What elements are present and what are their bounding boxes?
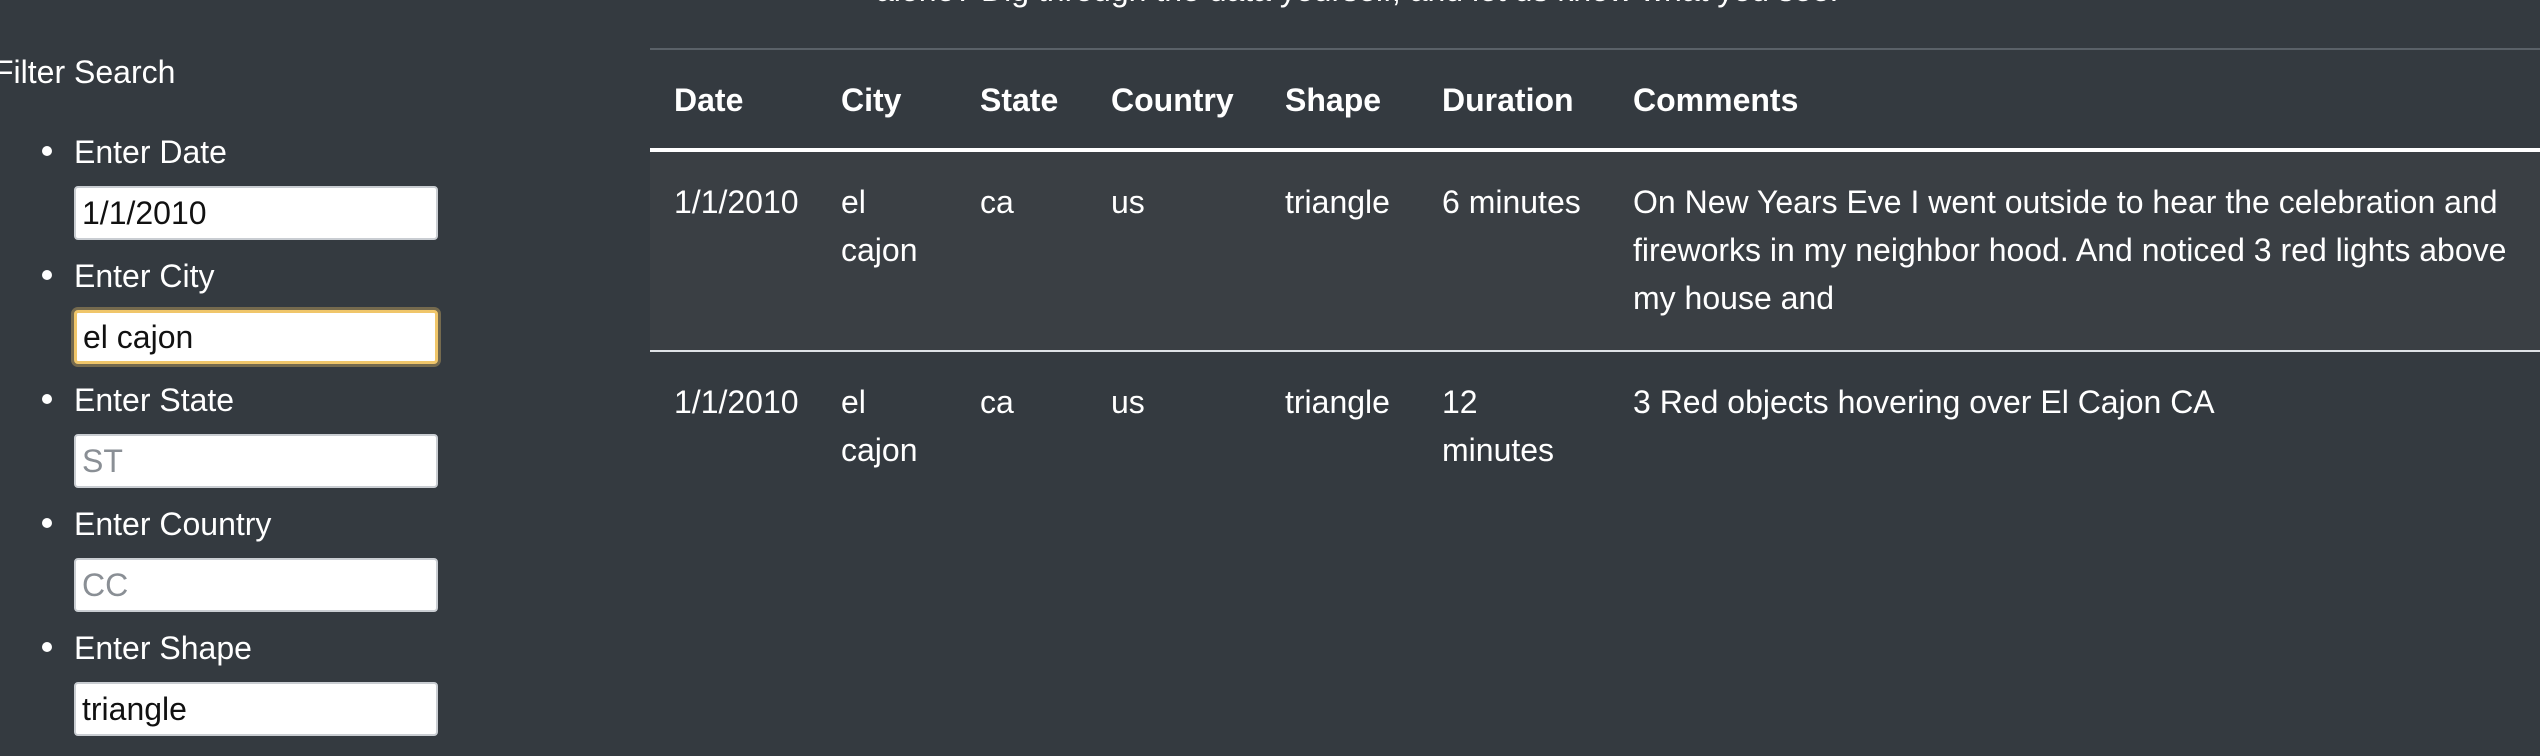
bullet-icon	[42, 642, 52, 652]
bullet-icon	[42, 146, 52, 156]
filter-label-city: Enter City	[74, 258, 215, 294]
cell-duration: 12 minutes	[1442, 384, 1555, 468]
cell-shape: triangle	[1285, 384, 1390, 420]
results-table: Date City State Country Shape Duration C…	[650, 48, 2540, 502]
table-row: 1/1/2010 el cajon ca us triangle 6 minut…	[650, 150, 2540, 352]
state-input[interactable]	[74, 434, 438, 488]
column-header-duration: Duration	[1418, 48, 1609, 152]
filter-label-shape: Enter Shape	[74, 630, 252, 666]
cell-city: el cajon	[841, 384, 918, 468]
filter-label-date: Enter Date	[74, 134, 227, 170]
table-header-row: Date City State Country Shape Duration C…	[650, 48, 2540, 152]
city-input[interactable]	[74, 310, 438, 364]
shape-input[interactable]	[74, 682, 438, 736]
cell-state: ca	[980, 384, 1014, 420]
filter-title: Filter Search	[0, 54, 176, 90]
results-table-wrap: Date City State Country Shape Duration C…	[650, 48, 2540, 502]
column-header-shape: Shape	[1261, 48, 1418, 152]
cell-country: us	[1087, 150, 1261, 352]
filter-label-state: Enter State	[74, 382, 235, 418]
cell-shape: triangle	[1261, 150, 1418, 352]
cell-city: el cajon	[817, 150, 956, 352]
column-header-date: Date	[650, 48, 817, 152]
bullet-icon	[42, 518, 52, 528]
column-header-city: City	[817, 48, 956, 152]
filter-label-country: Enter Country	[74, 506, 272, 542]
cell-comments: 3 Red objects hovering over El Cajon CA	[1633, 384, 2215, 420]
intro-text: alone? Dig through the data yourself, an…	[876, 0, 1838, 12]
cell-date: 1/1/2010	[650, 150, 817, 352]
table-row: 1/1/2010 el cajon ca us triangle 12 minu…	[650, 351, 2540, 502]
cell-country: us	[1111, 384, 1145, 420]
cell-comments: On New Years Eve I went outside to hear …	[1609, 150, 2540, 352]
bullet-icon	[42, 394, 52, 404]
cell-state: ca	[956, 150, 1087, 352]
column-header-country: Country	[1087, 48, 1261, 152]
cell-date: 1/1/2010	[674, 384, 799, 420]
filter-panel: Filter Search Enter Date Enter City Ente…	[0, 50, 594, 736]
column-header-comments: Comments	[1609, 48, 2540, 152]
bullet-icon	[42, 270, 52, 280]
column-header-state: State	[956, 48, 1087, 152]
page: alone? Dig through the data yourself, an…	[0, 0, 2540, 756]
country-input[interactable]	[74, 558, 438, 612]
date-input[interactable]	[74, 186, 438, 240]
cell-duration: 6 minutes	[1418, 150, 1609, 352]
